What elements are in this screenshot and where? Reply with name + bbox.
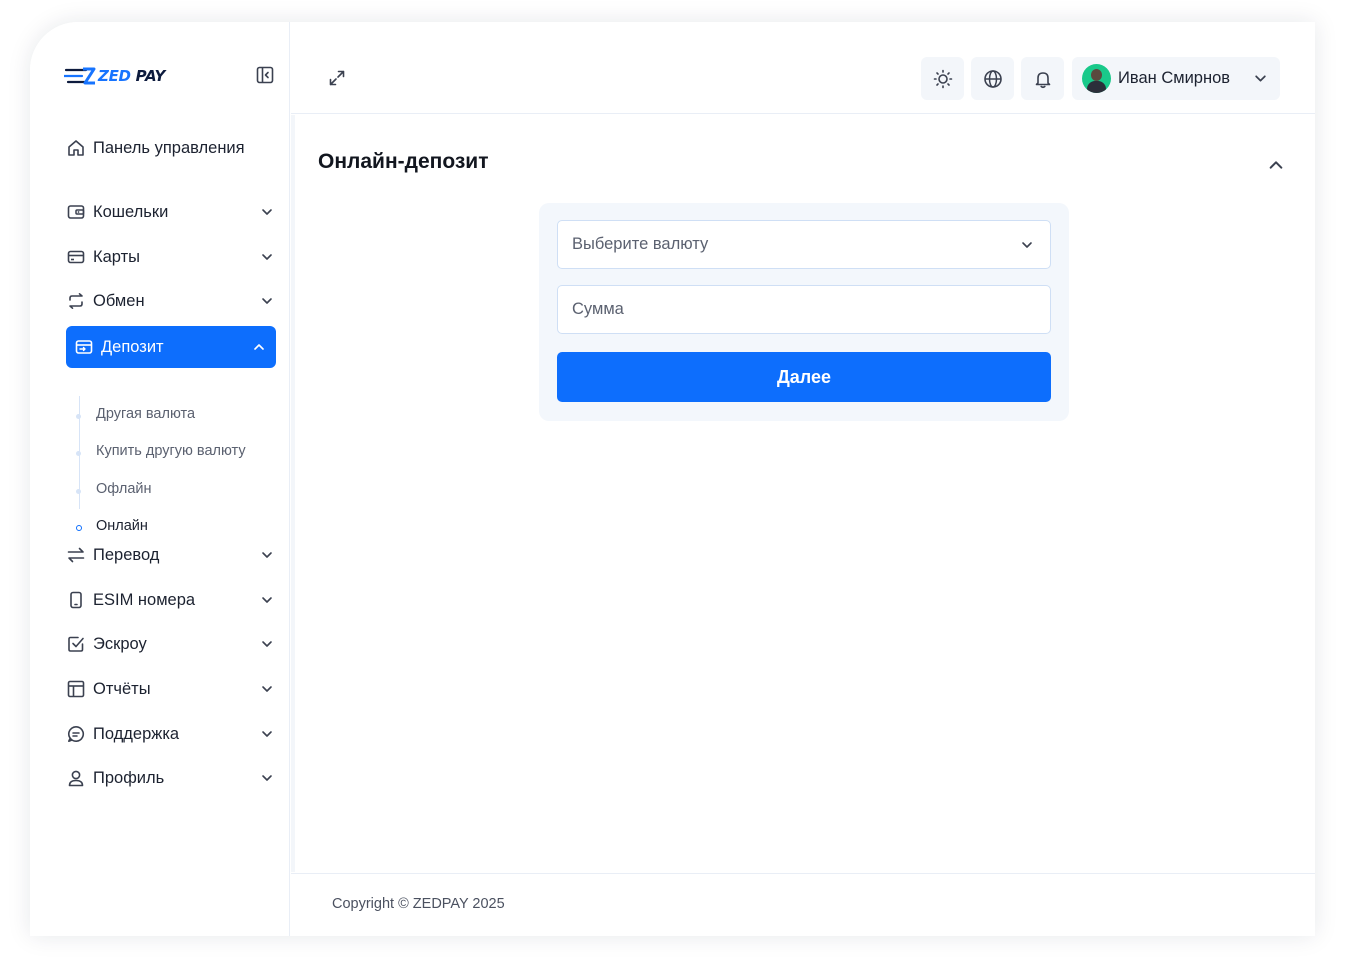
sidebar-item-label: Отчёты (93, 679, 151, 698)
deposit-submenu: Другая валюта Купить другую валюту Офлай… (75, 392, 278, 542)
chevron-down-icon (260, 771, 274, 785)
user-name: Иван Смирнов (1118, 69, 1231, 87)
sidebar-item-label: Обмен (93, 291, 145, 310)
phone-icon (66, 590, 86, 610)
brand-logo[interactable]: ZED PAY (64, 64, 165, 88)
wallet-icon (66, 202, 86, 222)
sidebar-item-label: Карты (93, 247, 141, 266)
deposit-icon (74, 337, 94, 357)
language-button[interactable] (971, 57, 1014, 100)
sidebar-item-label: Перевод (93, 545, 160, 564)
submenu-item-label: Другая валюта (96, 406, 196, 422)
top-header: Иван Смирнов (291, 22, 1315, 114)
sidebar-collapse-icon[interactable] (256, 66, 274, 84)
home-icon (66, 138, 86, 158)
sidebar-item-profile[interactable]: Профиль (66, 757, 276, 799)
sun-icon (933, 69, 952, 88)
sidebar-item-exchange[interactable]: Обмен (66, 280, 276, 322)
card-icon (66, 247, 86, 267)
sidebar-item-wallets[interactable]: Кошельки (66, 191, 276, 233)
exchange-icon (66, 291, 86, 311)
chevron-down-icon (260, 250, 274, 264)
chevron-down-icon (1252, 71, 1268, 87)
fullscreen-expand-icon[interactable] (328, 69, 346, 87)
submenu-item-buy-currency[interactable]: Купить другую валюту (96, 440, 246, 462)
chat-icon (66, 724, 86, 744)
sidebar-item-label: ESIM номера (93, 590, 196, 609)
submenu-item-offline[interactable]: Офлайн (96, 478, 152, 500)
chevron-down-icon (260, 727, 274, 741)
submenu-item-label: Офлайн (96, 481, 152, 497)
submenu-item-other-currency[interactable]: Другая валюта (96, 403, 195, 425)
sidebar: ZED PAY Панель управления Кошельки Карты… (30, 22, 290, 936)
submenu-bullet (76, 451, 81, 456)
sidebar-item-support[interactable]: Поддержка (66, 713, 276, 755)
logo-mark-icon (64, 67, 96, 85)
chevron-down-icon (260, 294, 274, 308)
sidebar-item-deposit[interactable]: Депозит (66, 326, 276, 368)
currency-select-placeholder: Выберите валюту (572, 235, 709, 253)
user-icon (66, 768, 86, 788)
bell-icon (1035, 71, 1050, 88)
submenu-item-label: Онлайн (96, 518, 148, 534)
checkbox-icon (66, 634, 86, 654)
sidebar-item-label: Депозит (101, 337, 164, 356)
next-button-label: Далее (776, 366, 832, 387)
submenu-bullet-active (75, 525, 82, 531)
sidebar-item-label: Эскроу (93, 634, 147, 653)
chevron-down-icon (260, 637, 274, 651)
deposit-form: Выберите валюту Сумма Далее (539, 203, 1069, 421)
sidebar-item-escrow[interactable]: Эскроу (66, 623, 276, 665)
amount-input[interactable]: Сумма (557, 285, 1051, 334)
transfer-icon (66, 545, 86, 565)
currency-select[interactable]: Выберите валюту (557, 220, 1051, 269)
collapse-panel-icon[interactable] (1268, 157, 1284, 173)
chevron-down-icon (260, 593, 274, 607)
avatar (1082, 64, 1111, 93)
sidebar-item-label: Кошельки (93, 202, 169, 221)
sidebar-item-cards[interactable]: Карты (66, 236, 276, 278)
brand-wordmark: ZED PAY (98, 67, 166, 85)
submenu-bullet (76, 414, 81, 419)
submenu-item-label: Купить другую валюту (96, 443, 246, 459)
theme-toggle-button[interactable] (921, 57, 964, 100)
next-button[interactable]: Далее (557, 352, 1051, 402)
chevron-up-icon (252, 340, 266, 354)
sidebar-item-label: Панель управления (93, 138, 245, 157)
sidebar-item-esim[interactable]: ESIM номера (66, 579, 276, 621)
amount-input-placeholder: Сумма (572, 300, 624, 318)
sidebar-item-label: Поддержка (93, 724, 180, 743)
user-menu-button[interactable]: Иван Смирнов (1072, 57, 1280, 100)
main-content: Онлайн-депозит Выберите валюту Сумма Дал… (291, 115, 1315, 872)
sidebar-item-reports[interactable]: Отчёты (66, 668, 276, 710)
table-icon (66, 679, 86, 699)
sidebar-item-label: Профиль (93, 768, 165, 787)
page-title: Онлайн-депозит (318, 150, 489, 173)
chevron-down-icon (260, 205, 274, 219)
app-window: ZED PAY Панель управления Кошельки Карты… (30, 22, 1315, 936)
notifications-button[interactable] (1021, 57, 1064, 100)
copyright-text: Copyright © ZEDPAY 2025 (332, 896, 505, 912)
chevron-down-icon (1020, 238, 1034, 252)
sidebar-item-dashboard[interactable]: Панель управления (66, 127, 276, 169)
globe-icon (983, 69, 1002, 88)
footer: Copyright © ZEDPAY 2025 (291, 873, 1315, 936)
sidebar-item-transfer[interactable]: Перевод (66, 534, 276, 576)
submenu-bullet (76, 489, 81, 494)
chevron-down-icon (260, 548, 274, 562)
chevron-down-icon (260, 682, 274, 696)
